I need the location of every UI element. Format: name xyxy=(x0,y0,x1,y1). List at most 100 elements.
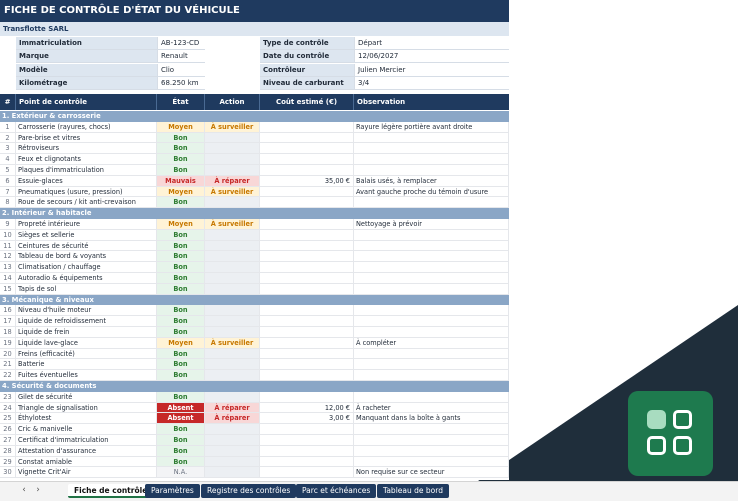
observation-cell[interactable]: Non requise sur ce secteur xyxy=(354,467,509,479)
observation-cell[interactable]: À racheter xyxy=(354,402,509,414)
observation-cell[interactable] xyxy=(354,435,509,446)
cost-cell[interactable] xyxy=(260,327,354,338)
observation-cell[interactable] xyxy=(354,456,509,468)
action-cell[interactable] xyxy=(205,132,260,144)
tab-parametres[interactable]: Paramètres xyxy=(145,484,200,498)
observation-cell[interactable]: Manquant dans la boîte à gants xyxy=(354,413,509,425)
action-cell[interactable] xyxy=(205,262,260,273)
state-cell[interactable]: Bon xyxy=(157,273,205,284)
action-cell[interactable] xyxy=(205,467,260,479)
tab-tableau-de-bord[interactable]: Tableau de bord xyxy=(377,484,449,498)
state-cell[interactable]: Bon xyxy=(157,445,205,457)
cost-cell[interactable] xyxy=(260,132,354,144)
cost-cell[interactable] xyxy=(260,251,354,263)
observation-cell[interactable]: Avant gauche proche du témoin d'usure xyxy=(354,186,509,198)
observation-cell[interactable] xyxy=(354,154,509,165)
observation-cell[interactable] xyxy=(354,262,509,273)
cost-cell[interactable] xyxy=(260,445,354,457)
state-cell[interactable]: Bon xyxy=(157,154,205,165)
action-cell[interactable] xyxy=(205,370,260,381)
info-value[interactable]: 3/4 xyxy=(354,76,509,90)
action-cell[interactable]: À surveiller xyxy=(205,186,260,198)
cost-cell[interactable] xyxy=(260,186,354,198)
observation-cell[interactable]: À compléter xyxy=(354,337,509,349)
action-cell[interactable] xyxy=(205,143,260,155)
cost-cell[interactable] xyxy=(260,165,354,176)
info-value[interactable]: Clio xyxy=(157,63,205,77)
state-cell[interactable]: Mauvais xyxy=(157,175,205,187)
action-cell[interactable] xyxy=(205,197,260,209)
state-cell[interactable]: N.A. xyxy=(157,467,205,479)
observation-cell[interactable] xyxy=(354,132,509,144)
state-cell[interactable]: Bon xyxy=(157,165,205,176)
action-cell[interactable] xyxy=(205,273,260,284)
cost-cell[interactable] xyxy=(260,229,354,241)
cost-cell[interactable] xyxy=(260,467,354,479)
cost-cell[interactable] xyxy=(260,143,354,155)
observation-cell[interactable] xyxy=(354,229,509,241)
state-cell[interactable]: Moyen xyxy=(157,219,205,230)
observation-cell[interactable] xyxy=(354,197,509,209)
state-cell[interactable]: Bon xyxy=(157,316,205,327)
next-sheet-icon[interactable]: › xyxy=(32,485,44,495)
action-cell[interactable] xyxy=(205,240,260,252)
state-cell[interactable]: Bon xyxy=(157,359,205,371)
state-cell[interactable]: Bon xyxy=(157,283,205,295)
info-value[interactable]: 12/06/2027 xyxy=(354,50,509,64)
cost-cell[interactable] xyxy=(260,273,354,284)
info-value[interactable]: AB-123-CD xyxy=(157,37,205,50)
state-cell[interactable]: Bon xyxy=(157,424,205,435)
cost-cell[interactable] xyxy=(260,197,354,209)
action-cell[interactable] xyxy=(205,165,260,176)
action-cell[interactable] xyxy=(205,154,260,165)
observation-cell[interactable] xyxy=(354,305,509,317)
state-cell[interactable]: Moyen xyxy=(157,186,205,198)
action-cell[interactable] xyxy=(205,229,260,241)
state-cell[interactable]: Absent xyxy=(157,402,205,414)
action-cell[interactable] xyxy=(205,456,260,468)
observation-cell[interactable] xyxy=(354,283,509,295)
cost-cell[interactable] xyxy=(260,305,354,317)
action-cell[interactable]: À réparer xyxy=(205,413,260,425)
cost-cell[interactable] xyxy=(260,348,354,360)
state-cell[interactable]: Bon xyxy=(157,143,205,155)
observation-cell[interactable] xyxy=(354,359,509,371)
cost-cell[interactable] xyxy=(260,240,354,252)
cost-cell[interactable] xyxy=(260,219,354,230)
action-cell[interactable] xyxy=(205,435,260,446)
cost-cell[interactable] xyxy=(260,154,354,165)
cost-cell[interactable] xyxy=(260,370,354,381)
tab-fiche-de-controle[interactable]: Fiche de contrôle xyxy=(68,484,154,498)
action-cell[interactable] xyxy=(205,305,260,317)
state-cell[interactable]: Moyen xyxy=(157,121,205,133)
state-cell[interactable]: Bon xyxy=(157,229,205,241)
observation-cell[interactable] xyxy=(354,143,509,155)
action-cell[interactable] xyxy=(205,424,260,435)
cost-cell[interactable] xyxy=(260,121,354,133)
action-cell[interactable] xyxy=(205,327,260,338)
cost-cell[interactable]: 35,00 € xyxy=(260,175,354,187)
cost-cell[interactable] xyxy=(260,283,354,295)
action-cell[interactable]: À surveiller xyxy=(205,219,260,230)
action-cell[interactable] xyxy=(205,445,260,457)
cost-cell[interactable] xyxy=(260,435,354,446)
state-cell[interactable]: Bon xyxy=(157,391,205,403)
state-cell[interactable]: Absent xyxy=(157,413,205,425)
cost-cell[interactable] xyxy=(260,316,354,327)
action-cell[interactable] xyxy=(205,251,260,263)
info-value[interactable]: Renault xyxy=(157,50,205,64)
state-cell[interactable]: Bon xyxy=(157,348,205,360)
observation-cell[interactable] xyxy=(354,391,509,403)
action-cell[interactable] xyxy=(205,348,260,360)
state-cell[interactable]: Bon xyxy=(157,251,205,263)
state-cell[interactable]: Bon xyxy=(157,435,205,446)
state-cell[interactable]: Bon xyxy=(157,132,205,144)
cost-cell[interactable]: 12,00 € xyxy=(260,402,354,414)
cost-cell[interactable]: 3,00 € xyxy=(260,413,354,425)
action-cell[interactable]: À surveiller xyxy=(205,121,260,133)
state-cell[interactable]: Bon xyxy=(157,305,205,317)
observation-cell[interactable] xyxy=(354,370,509,381)
tab-registre-des-controles[interactable]: Registre des contrôles xyxy=(201,484,297,498)
observation-cell[interactable] xyxy=(354,327,509,338)
cost-cell[interactable] xyxy=(260,456,354,468)
